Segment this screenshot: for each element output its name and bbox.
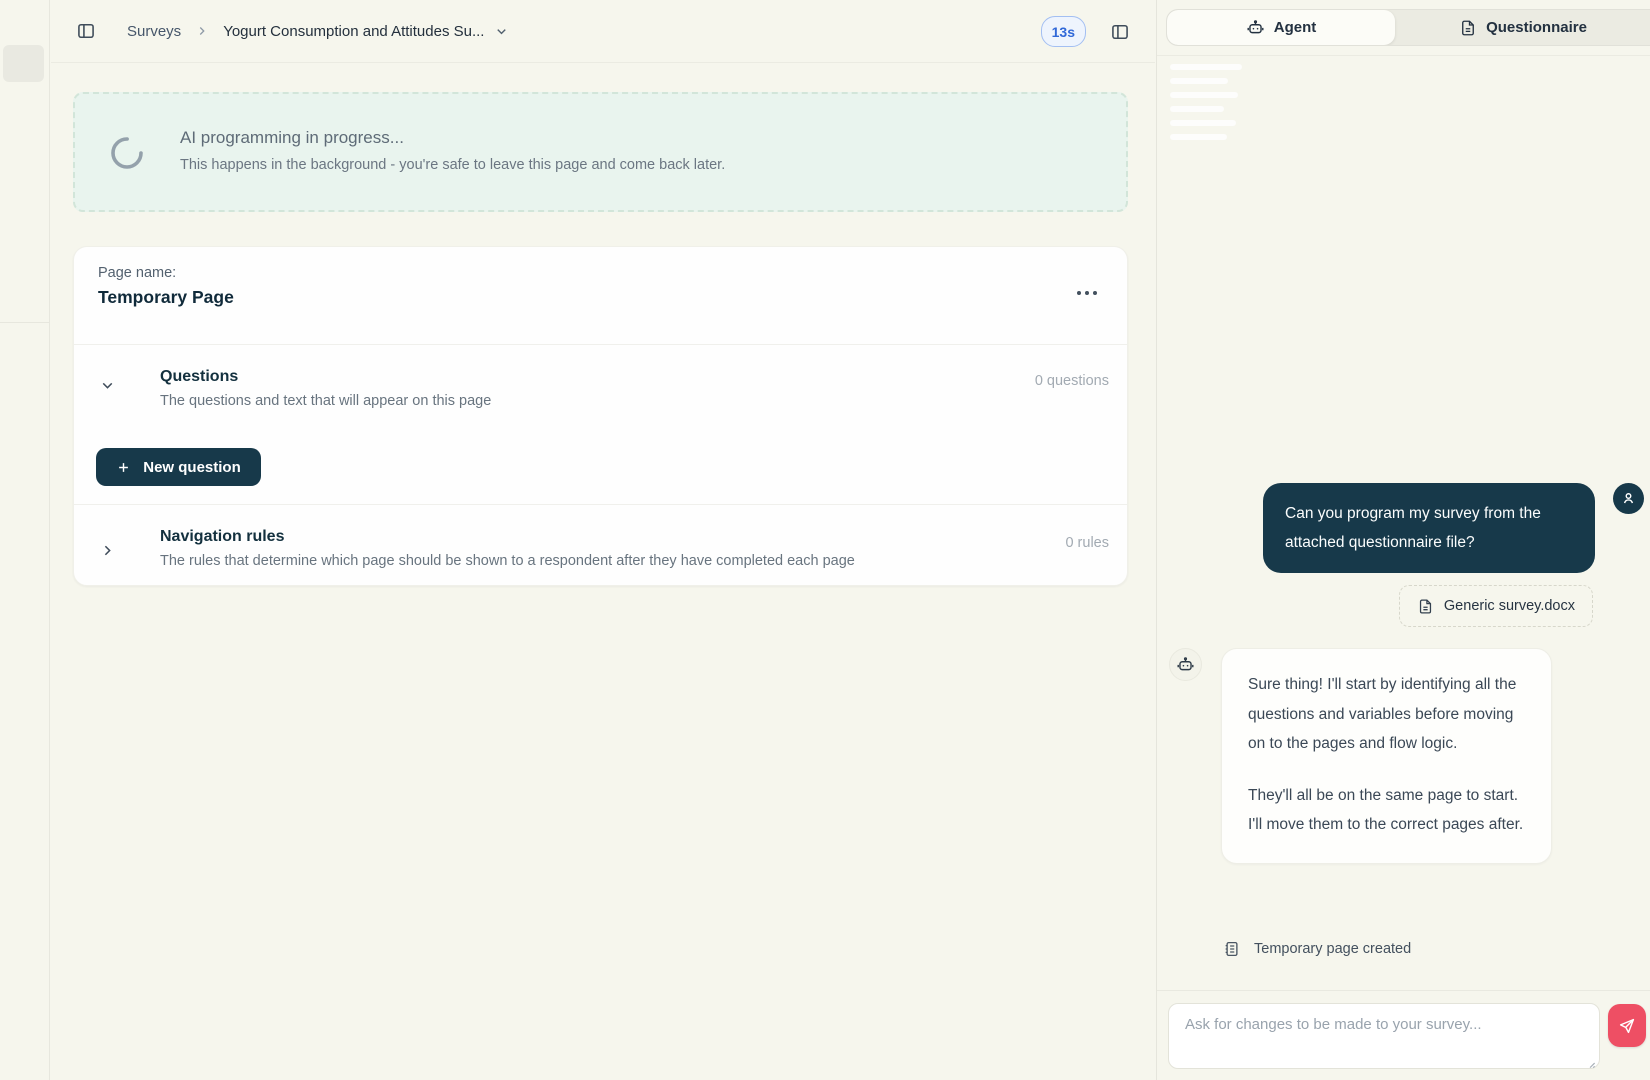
- composer-divider: [1157, 990, 1650, 991]
- plus-icon: [116, 460, 131, 475]
- left-rail: [0, 0, 50, 1080]
- header-right-cluster: 13s: [1041, 0, 1130, 63]
- page-card: Page name: Temporary Page Questions The …: [73, 246, 1128, 586]
- rail-divider: [0, 322, 49, 323]
- tool-note: Temporary page created: [1223, 940, 1411, 958]
- page-name-label: Page name:: [98, 265, 176, 281]
- main-column: Surveys Yogurt Consumption and Attitudes…: [51, 0, 1155, 1080]
- navigation-count: 0 rules: [1065, 535, 1109, 551]
- robot-icon: [1246, 18, 1265, 37]
- breadcrumb-survey-title[interactable]: Yogurt Consumption and Attitudes Su...: [223, 23, 484, 40]
- tool-note-text: Temporary page created: [1254, 941, 1411, 957]
- tab-agent[interactable]: Agent: [1167, 10, 1395, 45]
- tab-questionnaire[interactable]: Questionnaire: [1395, 10, 1650, 45]
- journal-icon: [1223, 940, 1241, 958]
- agent-message-paragraph: They'll all be on the same page to start…: [1248, 781, 1525, 840]
- card-divider: [74, 344, 1127, 345]
- agent-message-paragraph: Sure thing! I'll start by identifying al…: [1248, 670, 1525, 759]
- chat-input[interactable]: [1168, 1003, 1600, 1069]
- panel-tabs: Agent Questionnaire: [1166, 9, 1650, 46]
- user-avatar: [1613, 483, 1644, 514]
- tab-agent-label: Agent: [1274, 19, 1317, 36]
- agent-avatar: [1169, 648, 1202, 681]
- panel-tabbar: Agent Questionnaire: [1157, 0, 1650, 56]
- skeleton-rows: [1170, 64, 1242, 148]
- paper-plane-icon: [1618, 1017, 1636, 1035]
- main-header: Surveys Yogurt Consumption and Attitudes…: [51, 0, 1155, 63]
- ai-progress-banner: AI programming in progress... This happe…: [73, 92, 1128, 212]
- breadcrumb-surveys[interactable]: Surveys: [127, 23, 181, 40]
- questions-section-subtitle: The questions and text that will appear …: [160, 393, 491, 409]
- page-name-value: Temporary Page: [98, 287, 234, 308]
- rail-collapsed-item[interactable]: [3, 45, 44, 82]
- chevron-right-icon: [195, 24, 209, 38]
- robot-icon: [1176, 655, 1195, 674]
- attachment-name: Generic survey.docx: [1444, 598, 1575, 614]
- spinner-icon: [109, 135, 145, 171]
- agent-panel: Agent Questionnaire Can you program my s…: [1156, 0, 1650, 1080]
- questions-count: 0 questions: [1035, 373, 1109, 389]
- send-button[interactable]: [1608, 1004, 1646, 1047]
- questions-collapse-icon[interactable]: [99, 377, 116, 394]
- card-divider: [74, 504, 1127, 505]
- user-message-bubble: Can you program my survey from the attac…: [1263, 483, 1595, 573]
- navigation-expand-icon[interactable]: [99, 542, 116, 559]
- navigation-section-title: Navigation rules: [160, 528, 284, 546]
- agent-message-bubble: Sure thing! I'll start by identifying al…: [1221, 648, 1552, 864]
- banner-subtitle: This happens in the background - you're …: [180, 157, 725, 173]
- file-icon: [1417, 598, 1434, 615]
- timer-badge[interactable]: 13s: [1041, 16, 1086, 47]
- banner-title: AI programming in progress...: [180, 128, 404, 148]
- person-icon: [1620, 490, 1637, 507]
- tab-questionnaire-label: Questionnaire: [1486, 19, 1587, 36]
- survey-builder-app: Surveys Yogurt Consumption and Attitudes…: [0, 0, 1650, 1080]
- new-question-button[interactable]: New question: [96, 448, 261, 486]
- survey-title-dropdown-icon[interactable]: [494, 24, 509, 39]
- breadcrumb: Surveys Yogurt Consumption and Attitudes…: [127, 23, 509, 40]
- questions-section-title: Questions: [160, 368, 238, 386]
- page-menu-ellipsis-icon[interactable]: [1077, 291, 1097, 295]
- sidebar-toggle-icon[interactable]: [76, 21, 96, 41]
- document-icon: [1459, 19, 1477, 37]
- new-question-label: New question: [143, 459, 241, 476]
- right-panel-toggle-icon[interactable]: [1110, 22, 1130, 42]
- navigation-section-subtitle: The rules that determine which page shou…: [160, 553, 855, 569]
- attachment-chip[interactable]: Generic survey.docx: [1399, 585, 1593, 627]
